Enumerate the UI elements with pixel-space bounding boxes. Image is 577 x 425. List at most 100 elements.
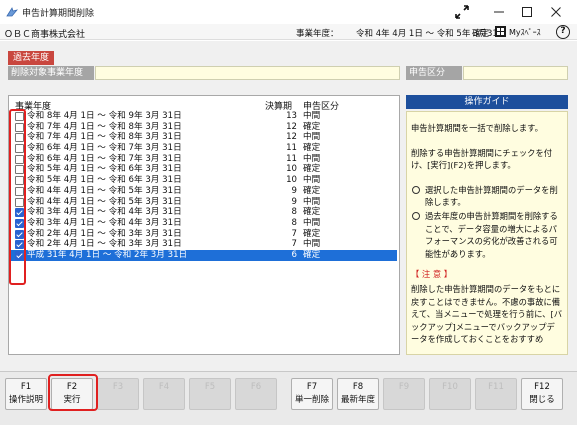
- guide-panel: 申告計算期間を一括で削除します。 削除する申告計算期間にチェックを付け、[実行]…: [406, 111, 568, 355]
- row-period: 令和 7年 4月 1日 〜 令和 8年 3月 31日: [27, 121, 182, 132]
- target-year-label: 削除対象事業年度: [8, 66, 94, 80]
- row-num: 10: [286, 175, 297, 186]
- window-title: 申告計算期間削除: [22, 9, 95, 19]
- table-row[interactable]: 令和 8年 4月 1日 〜 令和 9年 3月 31日 13 中間: [11, 111, 397, 122]
- expand-icon[interactable]: [454, 4, 470, 20]
- row-kind: 中間: [303, 217, 321, 228]
- info-bar: ＯＢＣ商事株式会社 事業年度： 令和 4年 4月 1日 〜 令和 5年 3月31…: [0, 24, 577, 40]
- radio-bullet-icon: [412, 185, 420, 194]
- maximize-icon[interactable]: [519, 4, 535, 20]
- fkey-f8-button[interactable]: F8 最新年度: [337, 378, 379, 410]
- row-num: 10: [286, 164, 297, 175]
- table-row[interactable]: 令和 4年 4月 1日 〜 令和 5年 3月 31日 9 中間: [11, 197, 397, 208]
- minimize-icon[interactable]: [491, 4, 507, 20]
- close-icon[interactable]: [548, 4, 564, 20]
- row-kind: 中間: [303, 196, 321, 207]
- fkey-label: 閉じる: [529, 395, 555, 405]
- row-kind: 中間: [303, 111, 321, 121]
- fkey-label: 最新年度: [340, 395, 375, 405]
- fkey-key: F7: [306, 382, 318, 392]
- row-period: 令和 8年 4月 1日 〜 令和 9年 3月 31日: [27, 111, 182, 121]
- guide-bullet-1: 選択した申告計算期間のデータを削除します。: [411, 184, 563, 209]
- table-row[interactable]: 令和 7年 4月 1日 〜 令和 8年 3月 31日 12 確定: [11, 122, 397, 133]
- row-num: 8: [291, 217, 297, 228]
- row-num: 9: [291, 196, 297, 207]
- fkey-f6-button: F6: [235, 378, 277, 410]
- f2-highlight: [48, 374, 98, 411]
- target-year-field[interactable]: [95, 66, 400, 80]
- fkey-label: 単一削除: [294, 395, 329, 405]
- fkey-key: F4: [158, 382, 170, 392]
- fkey-label: [384, 395, 424, 406]
- row-num: 12: [286, 121, 297, 132]
- guide-note-title: 【 注 意 】: [411, 269, 453, 280]
- fkey-f4-button: F4: [143, 378, 185, 410]
- table-row[interactable]: 令和 5年 4月 1日 〜 令和 6年 3月 31日 10 確定: [11, 164, 397, 175]
- radio-bullet-icon: [412, 211, 420, 220]
- row-period: 平成 31年 4月 1日 〜 令和 2年 3月 31日: [27, 249, 188, 260]
- fkey-f12-button[interactable]: F12 閉じる: [521, 378, 563, 410]
- table-row[interactable]: 令和 5年 4月 1日 〜 令和 6年 3月 31日 10 中間: [11, 175, 397, 186]
- table-row[interactable]: 令和 3年 4月 1日 〜 令和 4年 3月 31日 8 確定: [11, 207, 397, 218]
- title-bar: 申告計算期間削除: [0, 0, 577, 24]
- fkey-key: F12: [534, 382, 550, 392]
- table-row[interactable]: 令和 3年 4月 1日 〜 令和 4年 3月 31日 8 中間: [11, 218, 397, 229]
- fkey-label: [430, 395, 470, 406]
- row-period: 令和 5年 4月 1日 〜 令和 6年 3月 31日: [27, 175, 182, 186]
- row-period: 令和 5年 4月 1日 〜 令和 6年 3月 31日: [27, 164, 182, 175]
- row-kind: 確定: [303, 228, 321, 239]
- row-period: 令和 6年 4月 1日 〜 令和 7年 3月 31日: [27, 143, 182, 154]
- row-kind: 確定: [303, 249, 321, 260]
- fkey-key: F8: [352, 382, 364, 392]
- row-num: 11: [286, 143, 297, 154]
- past-year-tab[interactable]: 過去年度: [8, 51, 54, 65]
- help-icon[interactable]: ?: [556, 25, 570, 39]
- row-period: 令和 6年 4月 1日 〜 令和 7年 3月 31日: [27, 153, 182, 164]
- fkey-f10-button: F10: [429, 378, 471, 410]
- row-period: 令和 3年 4月 1日 〜 令和 4年 3月 31日: [27, 217, 182, 228]
- table-row[interactable]: 令和 6年 4月 1日 〜 令和 7年 3月 31日 11 確定: [11, 143, 397, 154]
- fkey-key: F10: [442, 382, 458, 392]
- fkey-key: F3: [112, 382, 124, 392]
- fkey-label: [144, 395, 184, 406]
- row-period: 令和 2年 4月 1日 〜 令和 3年 3月 31日: [27, 239, 182, 250]
- guide-bullet-text: 選択した申告計算期間のデータを削除します。: [425, 184, 558, 208]
- guide-bullet-2: 過去年度の申告計算期間を削除することで、データ容量の増大によるパフォーマンスの劣…: [411, 210, 563, 260]
- fkey-f3-button: F3: [97, 378, 139, 410]
- row-kind: 中間: [303, 132, 321, 143]
- fkey-key: F1: [20, 382, 32, 392]
- row-kind: 確定: [303, 121, 321, 132]
- myspace-icon[interactable]: [495, 26, 506, 37]
- declaration-type-field[interactable]: [463, 66, 568, 80]
- row-kind: 中間: [303, 239, 321, 250]
- fkey-label: [190, 395, 230, 406]
- guide-note-text: 削除した申告計算期間のデータをもとに戻すことはできません。不慮の事故に備えて、当…: [411, 283, 563, 345]
- table-row[interactable]: 令和 4年 4月 1日 〜 令和 5年 3月 31日 9 確定: [11, 186, 397, 197]
- row-num: 11: [286, 153, 297, 164]
- checkbox-highlight: [9, 109, 26, 285]
- myspace-button[interactable]: Myｽﾍﾟｰｽ: [509, 27, 541, 38]
- table-row[interactable]: 平成 31年 4月 1日 〜 令和 2年 3月 31日 6 確定: [11, 249, 397, 261]
- row-num: 9: [291, 185, 297, 196]
- fkey-f1-button[interactable]: F1 操作説明: [5, 378, 47, 410]
- row-kind: 確定: [303, 207, 321, 218]
- fkey-key: F9: [398, 382, 410, 392]
- guide-text-2: 削除する申告計算期間にチェックを付け、[実行](F2)を押します。: [411, 147, 553, 171]
- fkey-label: [98, 395, 138, 406]
- guide-title: 操作ガイド: [406, 95, 568, 109]
- row-kind: 確定: [303, 143, 321, 154]
- row-kind: 中間: [303, 175, 321, 186]
- row-num: 8: [291, 207, 297, 218]
- period-list: 事業年度 決算期 申告区分 令和 8年 4月 1日 〜 令和 9年 3月 31日…: [8, 95, 400, 355]
- fiscal-year-label: 事業年度：: [296, 29, 339, 39]
- table-row[interactable]: 令和 2年 4月 1日 〜 令和 3年 3月 31日 7 確定: [11, 229, 397, 240]
- row-kind: 中間: [303, 153, 321, 164]
- fkey-label: [476, 395, 516, 406]
- fkey-f7-button[interactable]: F7 単一削除: [291, 378, 333, 410]
- table-row[interactable]: 令和 2年 4月 1日 〜 令和 3年 3月 31日 7 中間: [11, 239, 397, 250]
- table-row[interactable]: 令和 6年 4月 1日 〜 令和 7年 3月 31日 11 中間: [11, 154, 397, 165]
- fkey-f11-button: F11: [475, 378, 517, 410]
- table-row[interactable]: 令和 7年 4月 1日 〜 令和 8年 3月 31日 12 中間: [11, 132, 397, 143]
- row-period: 令和 4年 4月 1日 〜 令和 5年 3月 31日: [27, 196, 182, 207]
- guide-bullet-text: 過去年度の申告計算期間を削除することで、データ容量の増大によるパフォーマンスの劣…: [425, 210, 558, 259]
